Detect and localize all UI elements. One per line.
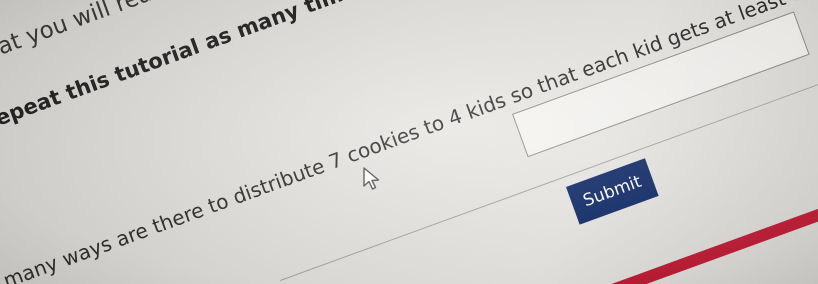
question-text: many ways are there to distribute 7 cook…	[0, 0, 818, 284]
submit-button[interactable]: Submit	[566, 158, 659, 225]
mouse-pointer-icon	[363, 167, 380, 190]
tutorial-page: at you will read s epeat this tutorial a…	[0, 0, 818, 284]
